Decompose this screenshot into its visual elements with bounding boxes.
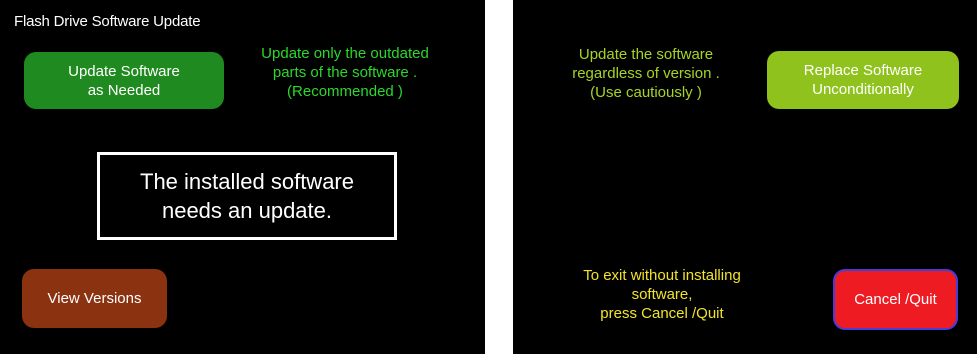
exit-instructions: To exit without installing software, pre… bbox=[553, 266, 771, 323]
replace-description-line2: regardless of version . bbox=[572, 65, 720, 82]
update-description: Update only the outdated parts of the so… bbox=[234, 44, 456, 101]
window-title: Flash Drive Software Update bbox=[14, 13, 201, 30]
update-software-as-needed-button[interactable]: Update Software as Needed bbox=[24, 52, 224, 109]
exit-instructions-line1: To exit without installing bbox=[583, 267, 741, 284]
replace-button-label-line2: Unconditionally bbox=[812, 81, 914, 98]
exit-instructions-line2: software, bbox=[631, 286, 693, 303]
update-button-label-line2: as Needed bbox=[87, 81, 161, 99]
view-versions-label: View Versions bbox=[47, 290, 142, 307]
view-versions-button[interactable]: View Versions bbox=[22, 269, 167, 328]
update-screen-left: Flash Drive Software Update Update Softw… bbox=[0, 0, 485, 354]
replace-description-line1: Update the software bbox=[578, 46, 714, 63]
update-description-line2: parts of the software . bbox=[272, 64, 418, 81]
replace-description: Update the software regardless of versio… bbox=[539, 45, 753, 102]
cancel-quit-button[interactable]: Cancel /Quit bbox=[833, 269, 958, 330]
replace-description-line3: (Use cautiously ) bbox=[590, 84, 702, 101]
update-screen-right: Update the software regardless of versio… bbox=[513, 0, 977, 354]
status-message-line1: The installed software bbox=[140, 169, 354, 194]
update-description-line1: Update only the outdated bbox=[261, 45, 429, 62]
update-button-label-line1: Update Software bbox=[68, 62, 180, 80]
exit-instructions-line3: press Cancel /Quit bbox=[600, 305, 724, 322]
replace-button-label-line1: Replace Software bbox=[803, 62, 923, 79]
cancel-quit-label: Cancel /Quit bbox=[854, 291, 937, 308]
update-description-line3: (Recommended ) bbox=[287, 83, 403, 100]
status-message-line2: needs an update. bbox=[161, 198, 333, 223]
status-message-box: The installed software needs an update. bbox=[97, 152, 397, 240]
replace-software-unconditionally-button[interactable]: Replace Software Unconditionally bbox=[767, 51, 959, 109]
